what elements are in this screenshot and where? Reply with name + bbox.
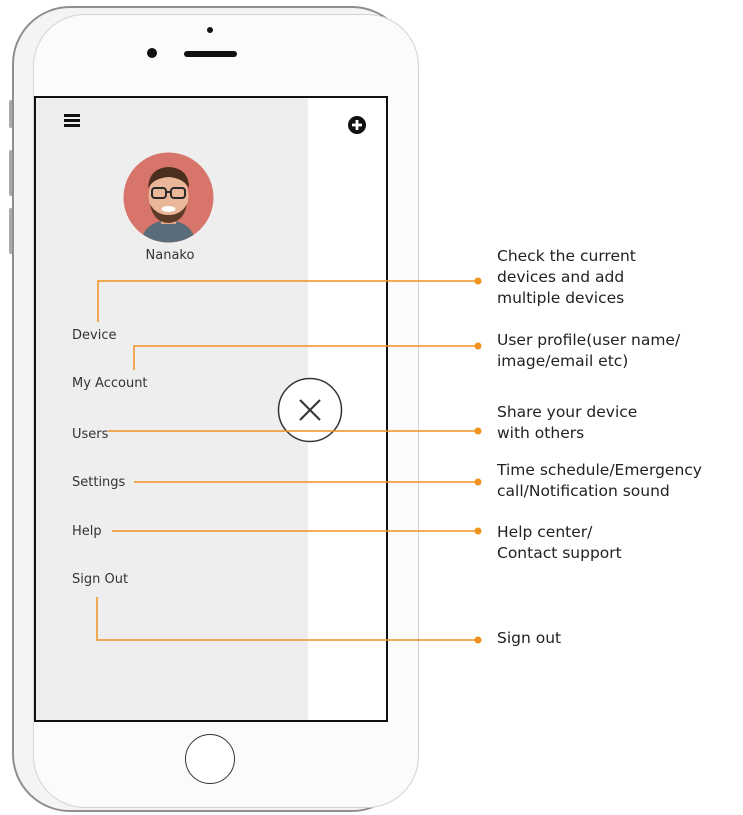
annotation-line: with others [497, 424, 585, 442]
annotation-line: multiple devices [497, 289, 625, 307]
phone-screen: Nanako Device My Account Users Settings … [34, 96, 388, 722]
annotation-sign-out: Sign out [497, 628, 561, 649]
menu-item-settings[interactable]: Settings [72, 475, 125, 490]
annotation-settings: Time schedule/Emergency call/Notificatio… [497, 460, 702, 502]
home-button [185, 734, 235, 784]
connector-dot-my-account [474, 342, 482, 350]
annotation-device: Check the current devices and add multip… [497, 246, 636, 309]
annotation-help: Help center/ Contact support [497, 522, 622, 564]
menu-item-users[interactable]: Users [72, 427, 108, 442]
annotation-line: Time schedule/Emergency [497, 461, 702, 479]
avatar [123, 152, 214, 243]
plus-circle-icon[interactable] [348, 116, 366, 134]
annotation-line: Check the current [497, 247, 636, 265]
hamburger-icon[interactable] [64, 114, 80, 128]
annotation-line: Help center/ [497, 523, 593, 541]
annotation-my-account: User profile(user name/ image/email etc) [497, 330, 680, 372]
front-camera-dot [207, 27, 213, 33]
connector-dot-settings [474, 478, 482, 486]
annotation-line: devices and add [497, 268, 625, 286]
connector-dot-sign-out [474, 636, 482, 644]
menu-item-help[interactable]: Help [72, 524, 102, 539]
annotation-users: Share your device with others [497, 402, 637, 444]
earpiece-speaker [184, 51, 237, 57]
connector-dot-device [474, 277, 482, 285]
menu-item-my-account[interactable]: My Account [72, 376, 148, 391]
front-camera [147, 48, 157, 58]
menu-item-sign-out[interactable]: Sign Out [72, 572, 128, 587]
annotation-line: image/email etc) [497, 352, 629, 370]
user-name: Nanako [145, 248, 195, 263]
close-x-icon[interactable] [277, 377, 343, 443]
diagram: Nanako Device My Account Users Settings … [0, 0, 743, 815]
annotation-line: Share your device [497, 403, 638, 421]
annotation-line: User profile(user name/ [497, 331, 681, 349]
annotation-line: Sign out [497, 629, 562, 647]
connector-dot-help [474, 527, 482, 535]
annotation-line: call/Notification sound [497, 482, 670, 500]
connector-dot-users [474, 427, 482, 435]
annotation-line: Contact support [497, 544, 622, 562]
menu-item-device[interactable]: Device [72, 328, 116, 343]
